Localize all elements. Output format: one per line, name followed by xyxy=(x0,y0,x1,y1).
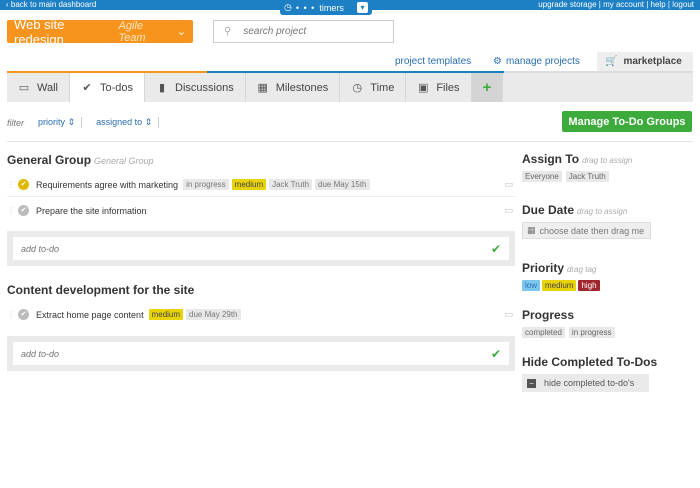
briefcase-icon: ▣ xyxy=(418,82,429,94)
todo-text: Prepare the site information xyxy=(36,205,147,216)
account-links: upgrade storage | my account | help | lo… xyxy=(538,0,694,9)
marketplace-link[interactable]: 🛒 marketplace xyxy=(597,52,693,71)
search-input[interactable] xyxy=(243,26,374,37)
due-date-tag: due May 15th xyxy=(315,179,370,190)
progress-chip-completed[interactable]: completed xyxy=(522,327,565,338)
filter-label: filter xyxy=(7,117,25,128)
confirm-checkmark-icon[interactable]: ✔ xyxy=(491,347,501,361)
priority-tag: medium xyxy=(148,309,184,320)
checkmark-icon: ✔ xyxy=(82,82,92,94)
priority-tag: medium xyxy=(231,179,267,190)
tab-files[interactable]: ▣ Files xyxy=(406,73,472,102)
project-name: Web site redesign xyxy=(14,16,65,47)
sort-icon: ⇕ xyxy=(67,117,76,127)
drag-handle-icon[interactable]: ⋮ xyxy=(7,180,15,189)
add-todo-box: ✔ xyxy=(7,231,515,266)
manage-todo-groups-button[interactable]: Manage To-Do Groups xyxy=(562,111,692,132)
hide-completed-toggle[interactable]: − hide completed to-do's xyxy=(522,374,649,392)
priority-panel: Priority drag tag low medium high xyxy=(522,261,600,291)
open-check-icon[interactable]: ✔ xyxy=(18,205,29,216)
group-subtitle: General Group xyxy=(94,156,154,166)
upgrade-storage-link[interactable]: upgrade storage xyxy=(538,0,596,9)
assign-to-panel: Assign To drag to assign Everyone Jack Tr… xyxy=(522,152,632,182)
chevron-down-icon: ⌄ xyxy=(176,26,186,38)
tab-milestones[interactable]: ▦ Milestones xyxy=(246,73,341,102)
filter-bar: filter priority ⇕ assigned to ⇕ xyxy=(7,117,160,128)
timers-dropdown[interactable]: ◷ • • • timers ▾ xyxy=(280,0,372,15)
timers-label: timers xyxy=(319,2,344,13)
search-icon: ⚲ xyxy=(224,26,232,37)
comment-icon[interactable]: ▭ xyxy=(504,205,513,216)
assignee-chip-everyone[interactable]: Everyone xyxy=(522,171,562,182)
assigned-to-filter[interactable]: assigned to ⇕ xyxy=(96,117,160,128)
drag-handle-icon[interactable]: ⋮ xyxy=(7,206,15,215)
logout-link[interactable]: logout xyxy=(672,0,694,9)
add-todo-box: ✔ xyxy=(7,336,515,371)
panel-title: Due Date drag to assign xyxy=(522,203,628,217)
due-date-panel: Due Date drag to assign ▦ choose date the… xyxy=(522,203,651,239)
chevron-down-icon[interactable]: ▾ xyxy=(357,2,368,13)
project-tabs: ▭ Wall ✔ To-dos ▮ Discussions ▦ Mileston… xyxy=(7,73,693,102)
todo-item[interactable]: ⋮ ✔ Prepare the site information ▭ xyxy=(7,200,515,221)
tab-time[interactable]: ◷ Time xyxy=(340,73,407,102)
open-check-icon[interactable]: ✔ xyxy=(18,309,29,320)
calendar-icon: ▦ xyxy=(257,82,268,94)
status-tag: in progress xyxy=(183,179,229,190)
my-account-link[interactable]: my account xyxy=(603,0,644,9)
chevron-left-icon: ‹ xyxy=(6,0,9,9)
project-templates-link[interactable]: project templates xyxy=(395,53,471,70)
panel-title: Progress xyxy=(522,308,575,322)
progress-panel: Progress completed in progress xyxy=(522,308,615,338)
timers-dots: • • • xyxy=(295,2,316,13)
due-date-picker[interactable]: ▦ choose date then drag me xyxy=(522,222,651,239)
completed-check-icon[interactable]: ✔ xyxy=(18,179,29,190)
hide-completed-panel: Hide Completed To-Dos − hide completed t… xyxy=(522,355,657,392)
tab-todos[interactable]: ✔ To-dos xyxy=(69,73,146,102)
project-team: Agile Team xyxy=(118,19,146,44)
todo-text: Requirements agree with marketing xyxy=(36,179,179,190)
discussion-icon: ▮ xyxy=(158,82,166,94)
panel-title: Hide Completed To-Dos xyxy=(522,355,658,369)
add-todo-input[interactable] xyxy=(21,243,491,254)
add-tab-button[interactable]: + xyxy=(471,73,504,102)
priority-chip-high[interactable]: high xyxy=(578,280,600,291)
priority-chip-low[interactable]: low xyxy=(522,280,541,291)
back-to-dashboard-link[interactable]: ‹ back to main dashboard xyxy=(6,0,96,10)
search-box[interactable]: ⚲ xyxy=(213,20,394,43)
divider xyxy=(7,196,515,197)
priority-chip-medium[interactable]: medium xyxy=(542,280,577,291)
assignee-chip-jack-truth[interactable]: Jack Truth xyxy=(565,171,609,182)
panel-title: Assign To drag to assign xyxy=(522,152,633,166)
clock-icon: ◷ xyxy=(352,82,363,94)
group-title[interactable]: Content development for the site xyxy=(7,283,194,297)
speech-bubble-icon: ▭ xyxy=(18,82,30,94)
help-link[interactable]: help xyxy=(651,0,666,9)
project-selector[interactable]: Web site redesign Agile Team ⌄ xyxy=(7,17,193,47)
minus-icon: − xyxy=(527,378,536,388)
panel-title: Priority drag tag xyxy=(522,261,597,275)
group-title[interactable]: General Group General Group xyxy=(7,153,154,167)
todo-text: Extract home page content xyxy=(36,309,144,320)
gear-icon: ⚙ xyxy=(493,56,502,67)
comment-icon[interactable]: ▭ xyxy=(504,179,513,190)
plus-icon: + xyxy=(482,79,492,96)
tab-wall[interactable]: ▭ Wall xyxy=(7,73,70,102)
assignee-tag: Jack Truth xyxy=(269,179,313,190)
todo-item[interactable]: ⋮ ✔ Requirements agree with marketing in… xyxy=(7,174,515,195)
divider xyxy=(7,141,693,142)
confirm-checkmark-icon[interactable]: ✔ xyxy=(491,242,501,256)
progress-chip-in-progress[interactable]: in progress xyxy=(568,327,615,338)
add-todo-input[interactable] xyxy=(21,348,491,359)
tab-discussions[interactable]: ▮ Discussions xyxy=(145,73,246,102)
clock-icon: ◷ xyxy=(284,2,292,12)
todo-item[interactable]: ⋮ ✔ Extract home page content medium due… xyxy=(7,304,515,325)
sort-icon: ⇕ xyxy=(144,117,153,127)
due-date-tag: due May 29th xyxy=(186,309,241,320)
cart-icon: 🛒 xyxy=(605,56,618,67)
drag-handle-icon[interactable]: ⋮ xyxy=(7,310,15,319)
priority-filter[interactable]: priority ⇕ xyxy=(38,117,83,128)
comment-icon[interactable]: ▭ xyxy=(504,309,513,320)
manage-projects-link[interactable]: ⚙ manage projects xyxy=(493,53,580,70)
calendar-icon: ▦ xyxy=(527,225,536,235)
